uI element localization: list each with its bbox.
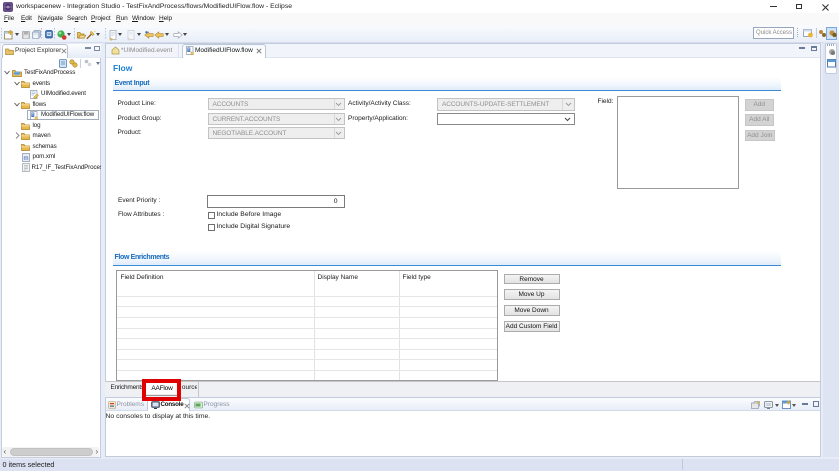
svg-text:m: m [23,156,28,162]
